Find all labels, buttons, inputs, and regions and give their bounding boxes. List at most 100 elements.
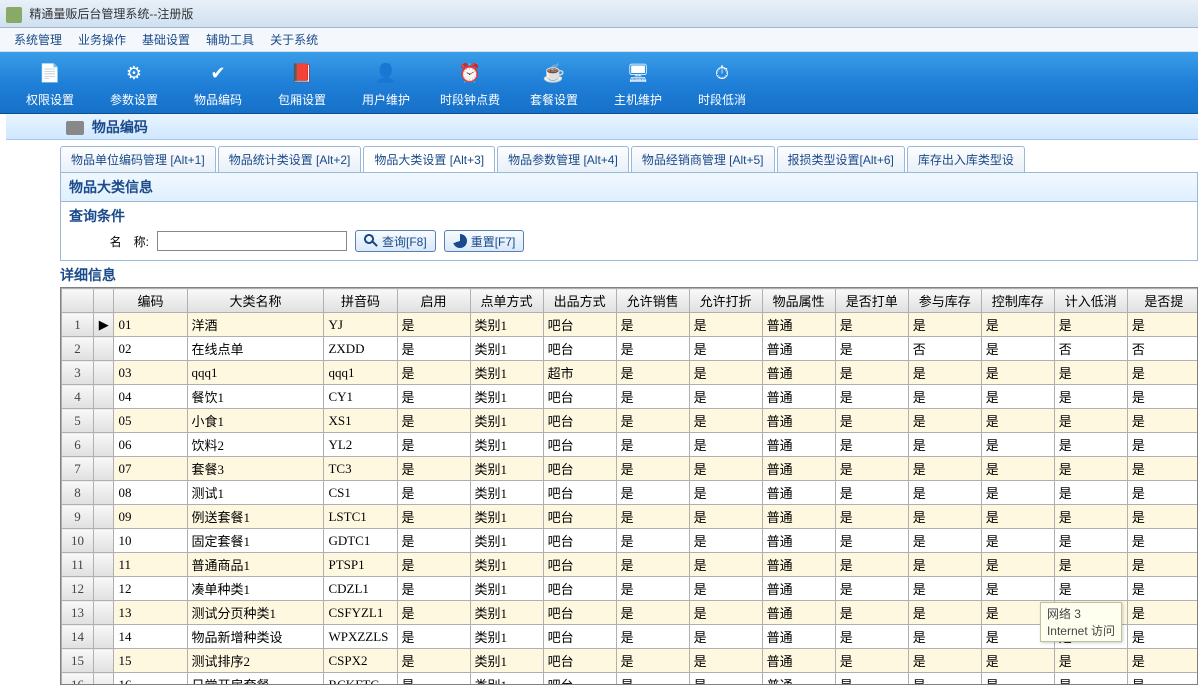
cell[interactable]: 是 xyxy=(908,577,981,601)
cell[interactable]: qqq1 xyxy=(324,361,397,385)
cell[interactable]: 是 xyxy=(835,673,908,685)
cell[interactable]: 是 xyxy=(689,529,762,553)
toolbar-btn-1[interactable]: ⚙参数设置 xyxy=(92,54,176,111)
cell[interactable]: 是 xyxy=(981,505,1054,529)
cell[interactable]: 是 xyxy=(397,313,470,337)
cell[interactable]: 14 xyxy=(114,625,187,649)
cell[interactable]: 是 xyxy=(908,409,981,433)
cell[interactable]: 是 xyxy=(616,529,689,553)
cell[interactable]: 是 xyxy=(616,385,689,409)
menu-4[interactable]: 关于系统 xyxy=(262,28,326,52)
cell[interactable]: 物品新增种类设 xyxy=(187,625,324,649)
tab-1[interactable]: 物品统计类设置 [Alt+2] xyxy=(218,146,362,172)
row-num[interactable]: 4 xyxy=(62,385,94,409)
cell[interactable]: 洋酒 xyxy=(187,313,324,337)
tab-6[interactable]: 库存出入库类型设 xyxy=(907,146,1025,172)
cell[interactable]: 是 xyxy=(981,481,1054,505)
row-num[interactable]: 11 xyxy=(62,553,94,577)
cell[interactable]: 吧台 xyxy=(543,673,616,685)
cell[interactable]: 是 xyxy=(689,385,762,409)
cell[interactable]: 普通 xyxy=(762,505,835,529)
row-num[interactable]: 1 xyxy=(62,313,94,337)
row-num[interactable]: 7 xyxy=(62,457,94,481)
cell[interactable]: 是 xyxy=(689,361,762,385)
col-header-5[interactable]: 出品方式 xyxy=(543,289,616,313)
col-header-7[interactable]: 允许打折 xyxy=(689,289,762,313)
cell[interactable]: ZXDD xyxy=(324,337,397,361)
cell[interactable]: 测试排序2 xyxy=(187,649,324,673)
cell[interactable]: 是 xyxy=(397,577,470,601)
cell[interactable]: 是 xyxy=(1127,433,1198,457)
cell[interactable]: 是 xyxy=(835,529,908,553)
cell[interactable]: 类别1 xyxy=(470,361,543,385)
cell[interactable]: 是 xyxy=(908,553,981,577)
row-num[interactable]: 12 xyxy=(62,577,94,601)
cell[interactable]: 吧台 xyxy=(543,649,616,673)
table-row[interactable]: 707套餐3TC3是类别1吧台是是普通是是是是是 xyxy=(62,457,1198,481)
cell[interactable]: 是 xyxy=(1054,433,1127,457)
cell[interactable]: 类别1 xyxy=(470,481,543,505)
table-row[interactable]: 303qqq1qqq1是类别1超市是是普通是是是是是 xyxy=(62,361,1198,385)
cell[interactable]: 12 xyxy=(114,577,187,601)
table-row[interactable]: 1515测试排序2CSPX2是类别1吧台是是普通是是是是是 xyxy=(62,649,1198,673)
cell[interactable]: 是 xyxy=(397,649,470,673)
table-row[interactable]: 1414物品新增种类设WPXZZLS是类别1吧台是是普通是是是是是 xyxy=(62,625,1198,649)
cell[interactable]: 是 xyxy=(1127,313,1198,337)
table-row[interactable]: 404餐饮1CY1是类别1吧台是是普通是是是是是 xyxy=(62,385,1198,409)
cell[interactable]: 是 xyxy=(689,553,762,577)
tab-0[interactable]: 物品单位编码管理 [Alt+1] xyxy=(60,146,216,172)
cell[interactable]: 否 xyxy=(1127,337,1198,361)
cell[interactable]: 吧台 xyxy=(543,577,616,601)
cell[interactable]: 是 xyxy=(616,601,689,625)
cell[interactable]: 是 xyxy=(908,649,981,673)
cell[interactable]: CSPX2 xyxy=(324,649,397,673)
cell[interactable]: 04 xyxy=(114,385,187,409)
cell[interactable]: 普通 xyxy=(762,529,835,553)
cell[interactable]: 普通 xyxy=(762,481,835,505)
cell[interactable]: 是 xyxy=(1127,385,1198,409)
cell[interactable]: 13 xyxy=(114,601,187,625)
name-input[interactable] xyxy=(157,231,347,251)
cell[interactable]: 是 xyxy=(689,457,762,481)
cell[interactable]: 类别1 xyxy=(470,337,543,361)
row-num[interactable]: 5 xyxy=(62,409,94,433)
cell[interactable]: 是 xyxy=(689,625,762,649)
cell[interactable]: 是 xyxy=(908,505,981,529)
toolbar-btn-8[interactable]: ⏱时段低消 xyxy=(680,54,764,111)
cell[interactable]: 是 xyxy=(981,457,1054,481)
cell[interactable]: 是 xyxy=(1127,505,1198,529)
cell[interactable]: 普通 xyxy=(762,553,835,577)
cell[interactable]: 是 xyxy=(835,577,908,601)
cell[interactable]: 套餐3 xyxy=(187,457,324,481)
cell[interactable]: 类别1 xyxy=(470,673,543,685)
cell[interactable]: 餐饮1 xyxy=(187,385,324,409)
cell[interactable]: LSTC1 xyxy=(324,505,397,529)
cell[interactable]: 普通 xyxy=(762,385,835,409)
cell[interactable]: CS1 xyxy=(324,481,397,505)
col-header-9[interactable]: 是否打单 xyxy=(835,289,908,313)
cell[interactable]: 吧台 xyxy=(543,457,616,481)
menu-0[interactable]: 系统管理 xyxy=(6,28,70,52)
cell[interactable]: 吧台 xyxy=(543,337,616,361)
cell[interactable]: 例送套餐1 xyxy=(187,505,324,529)
cell[interactable]: 09 xyxy=(114,505,187,529)
cell[interactable]: 是 xyxy=(689,409,762,433)
cell[interactable]: 吧台 xyxy=(543,601,616,625)
cell[interactable]: 是 xyxy=(616,649,689,673)
cell[interactable]: 类别1 xyxy=(470,505,543,529)
cell[interactable]: 类别1 xyxy=(470,409,543,433)
toolbar-btn-3[interactable]: 📕包厢设置 xyxy=(260,54,344,111)
cell[interactable]: 是 xyxy=(397,481,470,505)
cell[interactable]: CY1 xyxy=(324,385,397,409)
row-num[interactable]: 9 xyxy=(62,505,94,529)
cell[interactable]: 类别1 xyxy=(470,625,543,649)
toolbar-btn-0[interactable]: 📄权限设置 xyxy=(8,54,92,111)
cell[interactable]: 普通 xyxy=(762,577,835,601)
cell[interactable]: 是 xyxy=(616,457,689,481)
cell[interactable]: 是 xyxy=(1054,505,1127,529)
col-header-6[interactable]: 允许销售 xyxy=(616,289,689,313)
cell[interactable]: 是 xyxy=(689,337,762,361)
cell[interactable]: 是 xyxy=(981,313,1054,337)
tab-3[interactable]: 物品参数管理 [Alt+4] xyxy=(497,146,629,172)
tab-2[interactable]: 物品大类设置 [Alt+3] xyxy=(363,146,495,172)
